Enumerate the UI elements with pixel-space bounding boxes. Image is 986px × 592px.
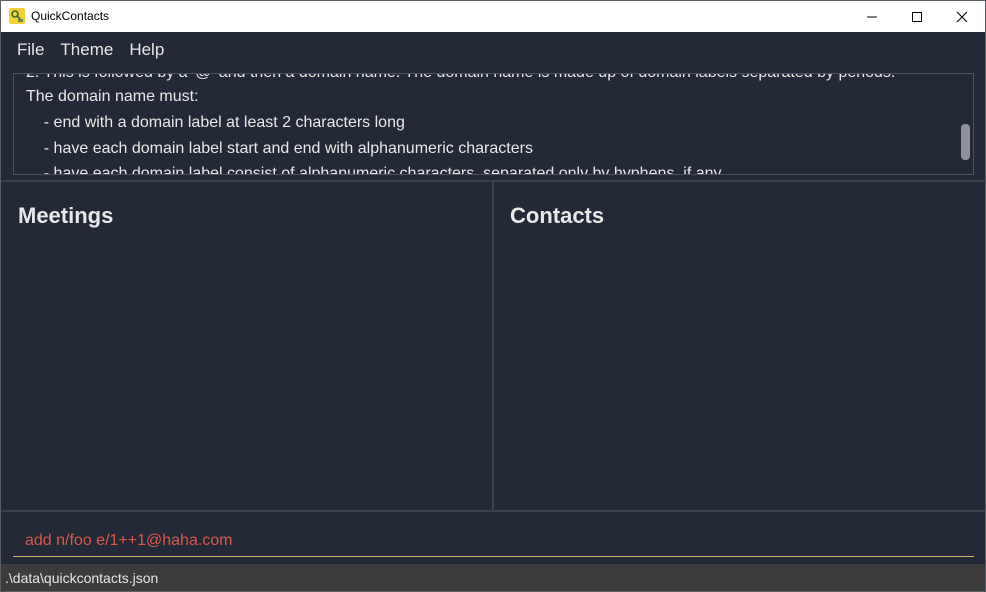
menu-theme[interactable]: Theme — [52, 32, 121, 67]
result-line: The domain name must: — [26, 88, 199, 105]
close-icon — [956, 11, 968, 22]
menu-file[interactable]: File — [9, 32, 52, 67]
minimize-icon — [867, 16, 877, 17]
result-display[interactable]: 2. This is followed by a '@' and then a … — [13, 73, 974, 175]
maximize-icon — [912, 11, 922, 22]
meetings-panel: Meetings — [3, 183, 492, 511]
data-file-path: .\data\quickcontacts.json — [5, 570, 159, 586]
result-line: - have each domain label start and end w… — [26, 140, 533, 157]
quickcontacts-app-icon — [9, 8, 25, 24]
meetings-title: Meetings — [18, 203, 114, 228]
app-window: QuickContacts File Theme Help 2. This is… — [0, 0, 986, 592]
result-line: - end with a domain label at least 2 cha… — [26, 114, 405, 131]
window-title: QuickContacts — [31, 9, 110, 23]
maximize-button[interactable] — [894, 1, 940, 32]
result-scrollbar-thumb[interactable] — [961, 124, 970, 160]
command-input[interactable] — [13, 523, 974, 556]
close-button[interactable] — [939, 1, 985, 32]
result-line: - have each domain label consist of alph… — [26, 165, 725, 175]
contacts-panel: Contacts — [495, 183, 985, 511]
menu-bar: File Theme Help — [1, 32, 985, 67]
title-bar[interactable]: QuickContacts — [1, 1, 985, 32]
result-line: 2. This is followed by a '@' and then a … — [26, 74, 895, 82]
command-box — [13, 523, 974, 557]
menu-help[interactable]: Help — [121, 32, 172, 67]
divider — [492, 182, 494, 512]
minimize-button[interactable] — [849, 1, 895, 32]
divider — [1, 510, 985, 512]
status-bar: .\data\quickcontacts.json — [1, 564, 985, 591]
contacts-title: Contacts — [510, 203, 605, 228]
